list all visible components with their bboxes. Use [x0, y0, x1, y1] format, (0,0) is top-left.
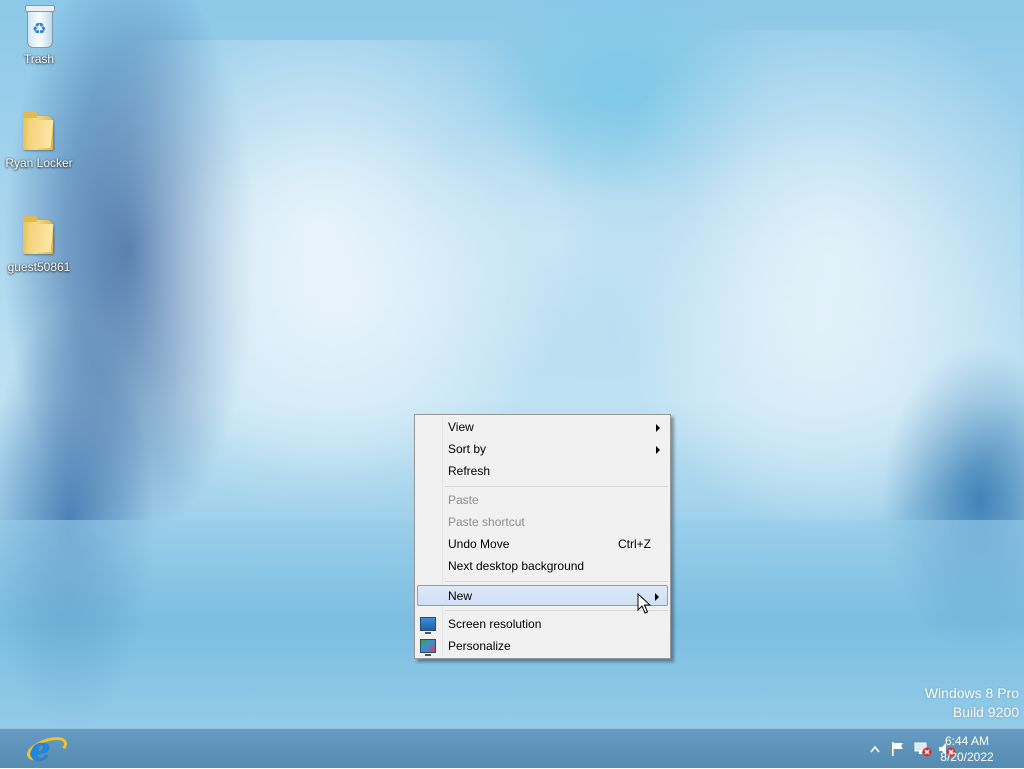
menu-item-undo-move[interactable]: Undo Move Ctrl+Z — [417, 534, 668, 555]
desktop-icon-label: Ryan Locker — [5, 156, 73, 170]
menu-item-label: Sort by — [448, 442, 487, 456]
folder-icon — [21, 214, 57, 258]
system-tray: 6:44 AM 8/20/2022 — [824, 729, 1024, 769]
submenu-arrow-icon — [656, 424, 660, 432]
desktop-icon-trash[interactable]: Trash — [1, 5, 77, 66]
menu-item-label: Screen resolution — [448, 617, 542, 631]
network-disconnected-icon[interactable] — [914, 741, 932, 757]
action-center-flag-icon[interactable] — [890, 741, 906, 757]
desktop-context-menu: View Sort by Refresh Paste Paste shortcu… — [414, 414, 671, 659]
menu-item-screen-resolution[interactable]: Screen resolution — [417, 614, 668, 635]
menu-item-paste: Paste — [417, 490, 668, 511]
submenu-arrow-icon — [655, 593, 659, 601]
desktop-icon-ryan-locker[interactable]: Ryan Locker — [1, 110, 77, 170]
menu-item-label: New — [448, 589, 473, 603]
submenu-arrow-icon — [656, 446, 660, 454]
internet-explorer-icon: e — [30, 730, 51, 768]
screen-resolution-icon — [420, 617, 436, 634]
taskbar[interactable]: e 6:44 AM 8/20/2022 — [0, 728, 1024, 768]
taskbar-clock[interactable]: 6:44 AM 8/20/2022 — [932, 733, 1002, 765]
show-hidden-icons-chevron-icon[interactable] — [870, 745, 880, 753]
menu-item-label: Paste shortcut — [448, 515, 525, 529]
clock-time: 6:44 AM — [944, 734, 990, 748]
personalize-icon — [420, 639, 436, 656]
recycle-bin-icon — [21, 5, 57, 50]
menu-item-sort-by[interactable]: Sort by — [417, 439, 668, 460]
menu-item-label: Paste — [448, 493, 479, 507]
menu-item-label: Personalize — [448, 639, 511, 653]
taskbar-internet-explorer-button[interactable]: e — [22, 730, 71, 768]
menu-item-label: Refresh — [448, 464, 491, 478]
desktop-icon-label: Trash — [23, 52, 55, 66]
watermark-edition: Windows 8 Pro — [924, 685, 1019, 701]
desktop-icon-guest50861[interactable]: guest50861 — [1, 214, 77, 274]
menu-item-label: View — [448, 420, 474, 434]
watermark-build: Build 9200 — [952, 704, 1019, 720]
menu-item-new[interactable]: New — [417, 585, 668, 606]
folder-icon — [21, 110, 57, 154]
desktop-icon-label: guest50861 — [7, 260, 71, 274]
menu-separator — [445, 581, 668, 582]
menu-item-next-desktop-background[interactable]: Next desktop background — [417, 556, 668, 577]
clock-date: 8/20/2022 — [940, 750, 994, 764]
menu-item-personalize[interactable]: Personalize — [417, 636, 668, 657]
menu-item-view[interactable]: View — [417, 417, 668, 438]
menu-separator — [445, 610, 668, 611]
menu-item-refresh[interactable]: Refresh — [417, 461, 668, 482]
menu-item-label: Undo Move — [448, 537, 510, 551]
windows-version-watermark: Windows 8 Pro Build 9200 — [925, 684, 1019, 722]
menu-item-shortcut: Ctrl+Z — [618, 537, 651, 551]
menu-item-paste-shortcut: Paste shortcut — [417, 512, 668, 533]
menu-separator — [445, 486, 668, 487]
menu-item-label: Next desktop background — [448, 559, 585, 573]
mouse-pointer-icon — [637, 593, 651, 614]
